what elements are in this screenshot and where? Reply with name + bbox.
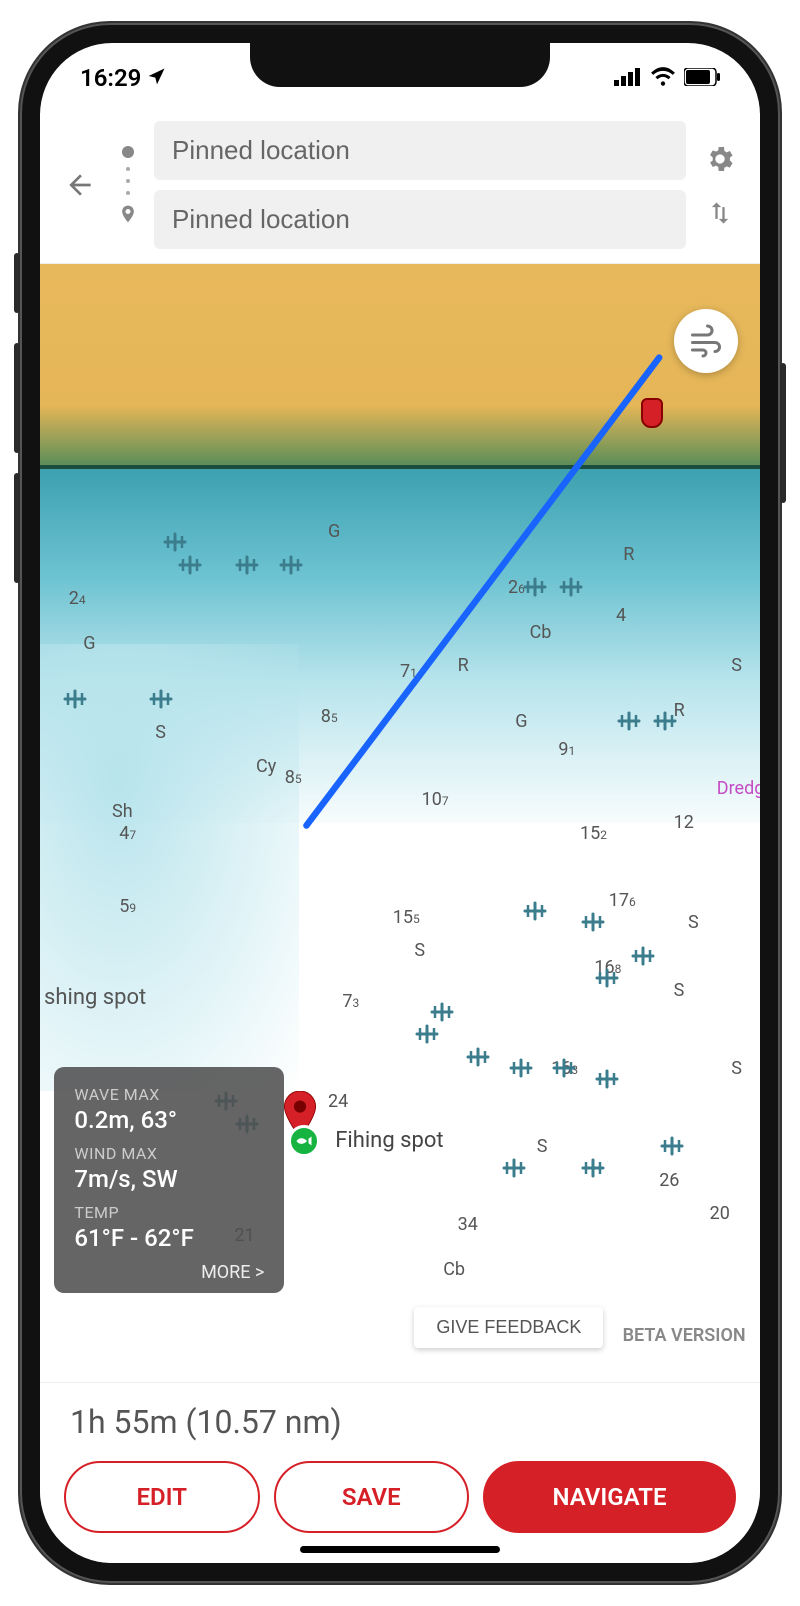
- depth-sounding: Cy: [256, 756, 276, 777]
- depth-sounding: Sh: [112, 801, 133, 822]
- depth-sounding: 24: [328, 1091, 348, 1112]
- reef-marker: [580, 912, 608, 934]
- depth-sounding: 26: [659, 1170, 679, 1191]
- depth-sounding: 91: [558, 739, 575, 760]
- status-time: 16:29: [80, 64, 141, 92]
- depth-sounding: S: [731, 655, 742, 676]
- battery-icon: [684, 64, 720, 92]
- map-midwater: [40, 644, 299, 1091]
- wifi-icon: [650, 64, 676, 92]
- reef-marker: [616, 711, 644, 733]
- bottom-bar: 1h 55m (10.57 nm) EDIT SAVE NAVIGATE: [40, 1382, 760, 1563]
- reef-marker: [508, 1058, 536, 1080]
- depth-sounding: 20: [710, 1203, 730, 1224]
- temp-value: 61°F - 62°F: [74, 1224, 264, 1252]
- depth-sounding: 12: [674, 812, 694, 833]
- fishing-spot-marker[interactable]: [288, 1125, 320, 1157]
- depth-sounding: 176: [609, 890, 636, 911]
- reef-marker: [580, 1158, 608, 1180]
- depth-sounding: S: [155, 722, 166, 743]
- wind-label: WIND MAX: [74, 1144, 264, 1163]
- reef-marker: [551, 1058, 579, 1080]
- navigate-button[interactable]: NAVIGATE: [483, 1461, 736, 1533]
- depth-sounding: 4: [616, 605, 626, 626]
- depth-sounding: R: [623, 544, 634, 565]
- depth-sounding: G: [328, 521, 340, 542]
- depth-sounding: Cb: [443, 1259, 465, 1280]
- wave-value: 0.2m, 63°: [74, 1106, 264, 1134]
- reef-marker: [501, 1158, 529, 1180]
- depth-sounding: 24: [69, 588, 86, 609]
- save-button[interactable]: SAVE: [274, 1461, 470, 1533]
- reef-marker: [177, 555, 205, 577]
- depth-sounding: 155: [393, 907, 420, 928]
- swap-button[interactable]: [698, 199, 742, 227]
- reef-marker: [278, 555, 306, 577]
- map-land: [40, 264, 760, 499]
- location-arrow-icon: [147, 64, 167, 92]
- route-header: [40, 113, 760, 264]
- from-input[interactable]: [154, 121, 686, 180]
- route-markers-column: [114, 144, 142, 226]
- depth-sounding: S: [731, 1058, 742, 1079]
- reef-marker: [62, 689, 90, 711]
- wind-layer-button[interactable]: [674, 309, 738, 373]
- reef-marker: [558, 577, 586, 599]
- depth-sounding: S: [537, 1136, 548, 1157]
- dredge-label: Dredg: [717, 778, 760, 799]
- beta-label: BETA VERSION: [623, 1325, 746, 1346]
- depth-sounding: S: [414, 940, 425, 961]
- depth-sounding: G: [83, 633, 95, 654]
- reef-marker: [162, 532, 190, 554]
- depth-sounding: S: [674, 980, 685, 1001]
- spot-label-partial: shing spot: [40, 985, 146, 1010]
- reef-marker: [522, 901, 550, 923]
- reef-marker: [414, 1024, 442, 1046]
- reef-marker: [148, 689, 176, 711]
- depth-sounding: 59: [119, 896, 136, 917]
- reef-marker: [594, 968, 622, 990]
- depth-sounding: 47: [119, 823, 136, 844]
- home-indicator[interactable]: [300, 1546, 500, 1553]
- reef-marker: [429, 1002, 457, 1024]
- depth-sounding: 85: [285, 767, 302, 788]
- depth-sounding: G: [515, 711, 527, 732]
- cellular-icon: [614, 64, 642, 92]
- depth-sounding: 107: [422, 789, 449, 810]
- more-button[interactable]: MORE >: [74, 1262, 264, 1283]
- settings-button[interactable]: [698, 143, 742, 175]
- depth-sounding: Cb: [530, 622, 552, 643]
- reef-marker: [594, 1069, 622, 1091]
- feedback-button[interactable]: GIVE FEEDBACK: [414, 1307, 603, 1348]
- reef-marker: [630, 946, 658, 968]
- reef-marker: [465, 1047, 493, 1069]
- wave-label: WAVE MAX: [74, 1085, 264, 1104]
- temp-label: TEMP: [74, 1203, 264, 1222]
- edit-button[interactable]: EDIT: [64, 1461, 260, 1533]
- depth-sounding: R: [458, 655, 469, 676]
- route-summary: 1h 55m (10.57 nm): [64, 1403, 736, 1441]
- reef-marker: [652, 711, 680, 733]
- back-button[interactable]: [58, 163, 102, 207]
- reef-marker: [659, 1136, 687, 1158]
- depth-sounding: 73: [342, 991, 359, 1012]
- weather-info-panel[interactable]: WAVE MAX 0.2m, 63° WIND MAX 7m/s, SW TEM…: [54, 1067, 284, 1293]
- destination-label: Fihing spot: [335, 1128, 443, 1153]
- to-input[interactable]: [154, 190, 686, 249]
- reef-marker: [234, 555, 262, 577]
- route-start-marker[interactable]: [641, 398, 663, 428]
- reef-marker: [522, 577, 550, 599]
- depth-sounding: 85: [321, 706, 338, 727]
- depth-sounding: 71: [400, 661, 417, 682]
- depth-sounding: 152: [580, 823, 607, 844]
- depth-sounding: 34: [458, 1214, 478, 1235]
- wind-value: 7m/s, SW: [74, 1165, 264, 1193]
- depth-sounding: S: [688, 912, 699, 933]
- nautical-chart[interactable]: 2426471859185107475915212155176168731632…: [40, 264, 760, 1382]
